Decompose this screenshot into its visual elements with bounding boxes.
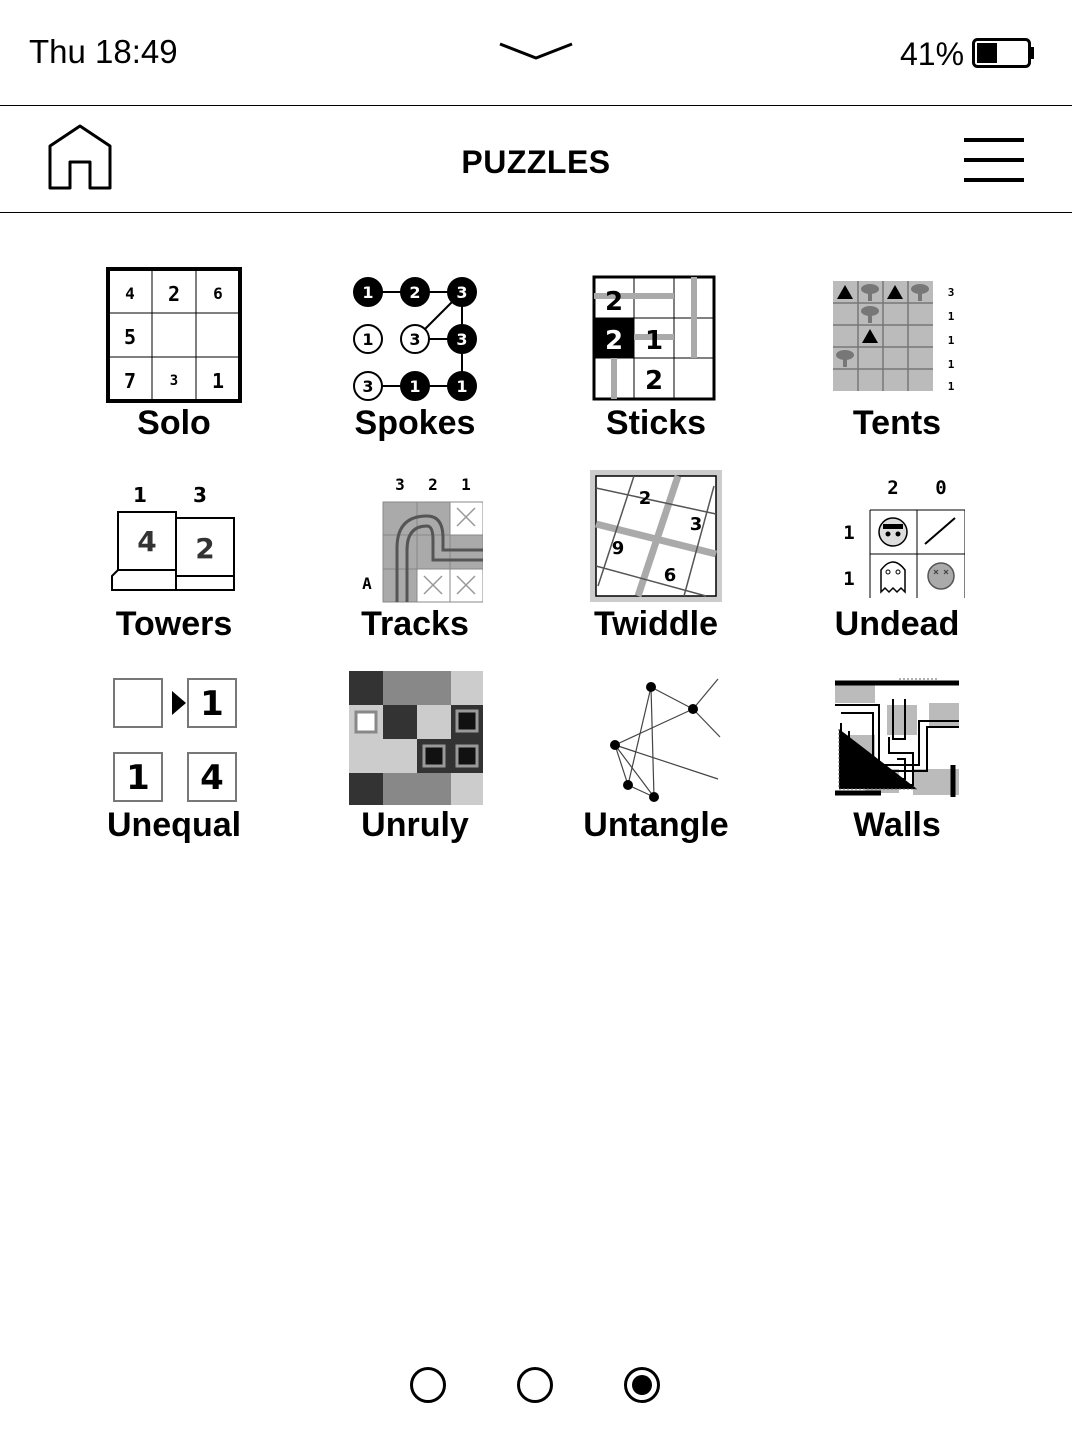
twiddle-number: 9: [612, 538, 625, 559]
puzzle-tile-solo[interactable]: 4 2 6 5 7 3 1 Solo: [54, 262, 294, 462]
solo-digit: 2: [168, 282, 180, 306]
solo-thumbnail: 4 2 6 5 7 3 1: [106, 267, 242, 403]
tents-thumbnail: 3 1 1 1 1: [833, 281, 955, 393]
puzzle-tile-unruly[interactable]: Unruly: [295, 664, 535, 864]
tracks-clue: 3: [395, 475, 405, 494]
puzzle-label: Undead: [834, 605, 960, 643]
solo-digit: 3: [170, 373, 178, 389]
twiddle-number: 3: [690, 514, 703, 535]
spokes-number: 3: [362, 377, 373, 396]
puzzle-tile-tents[interactable]: 3 1 1 1 1 Tents: [777, 262, 1017, 462]
spokes-number: 3: [409, 330, 420, 349]
undead-thumbnail: 2 0 1 1: [843, 477, 965, 598]
sticks-thumbnail: 2 2 1 2: [592, 275, 716, 401]
solo-digit: 6: [213, 284, 223, 303]
twiddle-thumbnail: 2 3 9 6: [590, 470, 722, 602]
tracks-clue: 2: [428, 475, 438, 494]
spokes-number: 1: [409, 377, 420, 396]
tents-clue: 1: [948, 310, 955, 323]
puzzle-tile-undead[interactable]: 2 0 1 1 Undead: [777, 463, 1017, 663]
solo-digit: 5: [124, 325, 136, 349]
unequal-thumbnail: 1 1 4: [113, 678, 237, 802]
towers-height: 4: [137, 525, 156, 558]
chevron-down-icon[interactable]: [498, 38, 574, 64]
spokes-number: 3: [456, 330, 467, 349]
sticks-number: 2: [645, 366, 663, 396]
twiddle-number: 6: [664, 565, 677, 586]
undead-clue: 1: [843, 568, 854, 590]
page-indicator: [0, 1367, 1072, 1411]
towers-thumbnail: 1 3 4 2: [111, 483, 235, 591]
unequal-digit: 1: [200, 684, 224, 724]
tents-clue: 1: [948, 358, 955, 371]
sticks-number: 2: [605, 326, 623, 356]
puzzle-label: Towers: [115, 605, 233, 643]
spokes-number: 3: [456, 283, 467, 302]
tents-clue: 1: [948, 334, 955, 347]
solo-digit: 7: [124, 369, 136, 393]
twiddle-number: 2: [639, 488, 652, 509]
puzzle-tile-unequal[interactable]: 1 1 4 Unequal: [54, 664, 294, 864]
nav-bar: PUZZLES: [0, 106, 1072, 213]
sticks-number: 1: [645, 326, 663, 356]
spokes-number: 1: [456, 377, 467, 396]
puzzle-label: Twiddle: [593, 605, 719, 643]
unequal-digit: 4: [200, 758, 224, 798]
puzzle-label: Unequal: [106, 806, 242, 844]
hamburger-menu-icon[interactable]: [962, 136, 1026, 184]
towers-clue: 1: [133, 483, 147, 507]
puzzle-tile-twiddle[interactable]: 2 3 9 6 Twiddle: [536, 463, 776, 663]
puzzle-label: Tracks: [361, 605, 469, 643]
puzzle-label: Unruly: [361, 806, 469, 844]
walls-thumbnail: [835, 678, 959, 797]
tents-clue: 3: [948, 286, 955, 299]
unequal-digit: 1: [126, 758, 150, 798]
puzzle-tile-untangle[interactable]: Untangle: [536, 664, 776, 864]
puzzle-label: Tents: [852, 404, 942, 442]
battery-icon: [972, 38, 1034, 68]
spokes-number: 1: [362, 283, 373, 302]
towers-height: 2: [195, 532, 214, 565]
spokes-number: 2: [409, 283, 420, 302]
puzzle-tile-spokes[interactable]: 1 2 3 1 3 3 3 1 1 Spokes: [295, 262, 535, 462]
sticks-number: 2: [605, 287, 623, 317]
page-dot-3[interactable]: [624, 1367, 660, 1403]
untangle-thumbnail: [610, 678, 721, 802]
solo-digit: 1: [212, 369, 224, 393]
tracks-clue: A: [362, 574, 372, 593]
clock: Thu 18:49: [29, 33, 178, 70]
puzzle-label: Spokes: [354, 404, 476, 442]
undead-clue: 1: [843, 522, 854, 544]
undead-clue: 0: [935, 477, 946, 499]
undead-clue: 2: [887, 477, 898, 499]
puzzle-tile-towers[interactable]: 1 3 4 2 Towers: [54, 463, 294, 663]
tracks-thumbnail: 3 2 1 A: [362, 475, 483, 603]
page-dot-2[interactable]: [517, 1367, 553, 1403]
puzzle-label: Solo: [137, 404, 211, 442]
puzzle-tile-walls[interactable]: Walls: [777, 664, 1017, 864]
battery-percentage: 41%: [900, 36, 965, 72]
tracks-clue: 1: [461, 475, 471, 494]
unruly-thumbnail: [349, 671, 483, 805]
puzzle-label: Sticks: [605, 404, 707, 442]
page-dot-1[interactable]: [410, 1367, 446, 1403]
puzzle-label: Walls: [853, 806, 941, 844]
solo-digit: 4: [125, 284, 135, 303]
tents-clue: 1: [948, 380, 955, 393]
puzzle-tile-tracks[interactable]: 3 2 1 A Tracks: [295, 463, 535, 663]
status-bar: Thu 18:49 41%: [0, 0, 1072, 106]
spokes-number: 1: [362, 330, 373, 349]
spokes-thumbnail: 1 2 3 1 3 3 3 1 1: [353, 277, 477, 401]
puzzle-label: Untangle: [583, 806, 729, 844]
battery-fill: [977, 43, 997, 63]
puzzle-tile-sticks[interactable]: 2 2 1 2 Sticks: [536, 262, 776, 462]
towers-clue: 3: [193, 483, 207, 507]
page-title: PUZZLES: [461, 144, 611, 180]
